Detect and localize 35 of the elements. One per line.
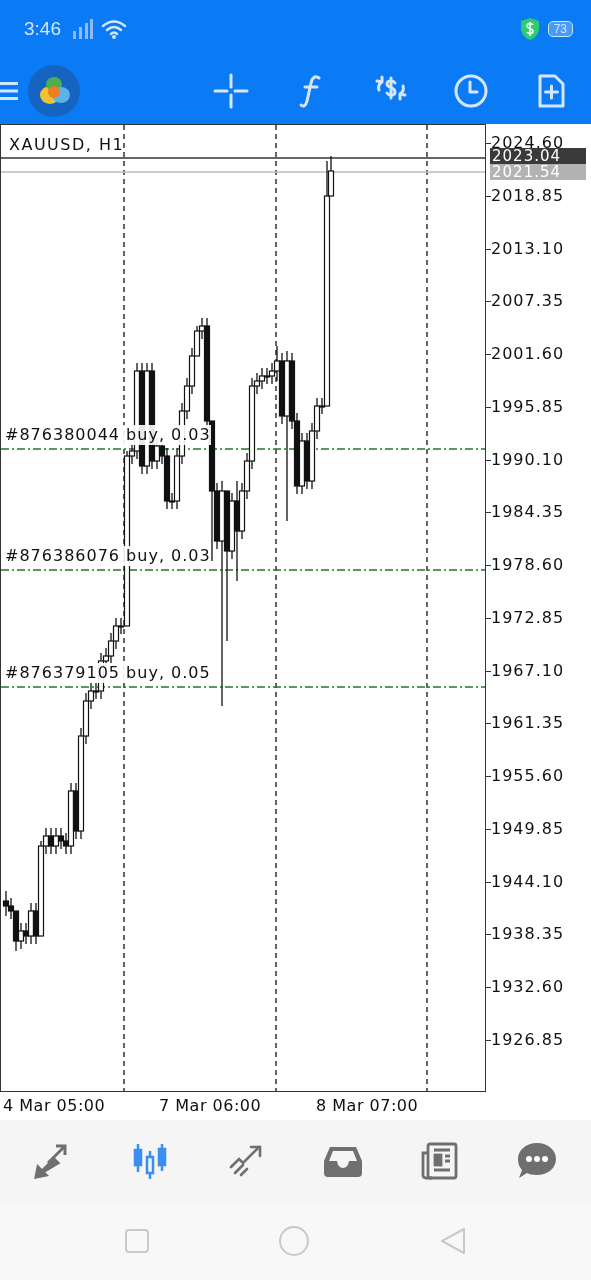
crosshair-icon[interactable] xyxy=(213,73,249,109)
price-tick-label: 1984.35 xyxy=(491,501,565,524)
price-tick-label: 1972.85 xyxy=(491,606,565,629)
price-tick-label: 1932.60 xyxy=(491,976,565,998)
chat-bubble-icon[interactable] xyxy=(516,1141,557,1181)
status-time: 3:46 xyxy=(24,18,61,40)
time-axis-label: 8 Mar 07:00 xyxy=(316,1096,419,1115)
price-tick-label: 2013.10 xyxy=(491,237,565,260)
price-tick-label: 1961.35 xyxy=(491,712,565,735)
price-tick-label: 1978.60 xyxy=(491,554,565,576)
ask-price-tag: 2021.54 xyxy=(490,164,586,180)
price-tick-label: 2018.85 xyxy=(491,184,565,207)
price-tick-label: 2001.60 xyxy=(491,343,565,365)
chart-symbol: XAUUSD, H1 xyxy=(9,135,125,154)
time-axis-label: 7 Mar 06:00 xyxy=(159,1096,262,1115)
price-tick-label: 1995.85 xyxy=(491,395,565,418)
price-tick-label: 1955.60 xyxy=(491,765,565,787)
order-label: #876380044 buy, 0.03 xyxy=(5,425,211,445)
price-tick-label: 2007.35 xyxy=(491,290,565,313)
order-label: #876379105 buy, 0.05 xyxy=(5,663,211,683)
time-axis-label: 4 Mar 05:00 xyxy=(3,1096,106,1115)
menu-icon[interactable] xyxy=(0,80,18,102)
battery-level: 73 xyxy=(547,21,573,37)
price-tick-label: 1938.35 xyxy=(491,923,565,946)
clock-icon[interactable] xyxy=(453,73,489,109)
shield-icon xyxy=(519,17,540,41)
price-tick-label: 1949.85 xyxy=(491,817,565,840)
bid-price-tag: 2023.04 xyxy=(490,148,586,164)
price-tick-label: 1944.10 xyxy=(491,870,565,893)
price-tick-label: 1967.10 xyxy=(491,659,565,682)
price-tick-label: 1990.10 xyxy=(491,448,565,471)
app-logo-icon[interactable] xyxy=(28,65,80,117)
price-tick-label: 1926.85 xyxy=(491,1028,565,1051)
order-label: #876386076 buy, 0.03 xyxy=(5,546,211,566)
wifi-icon xyxy=(101,19,127,39)
